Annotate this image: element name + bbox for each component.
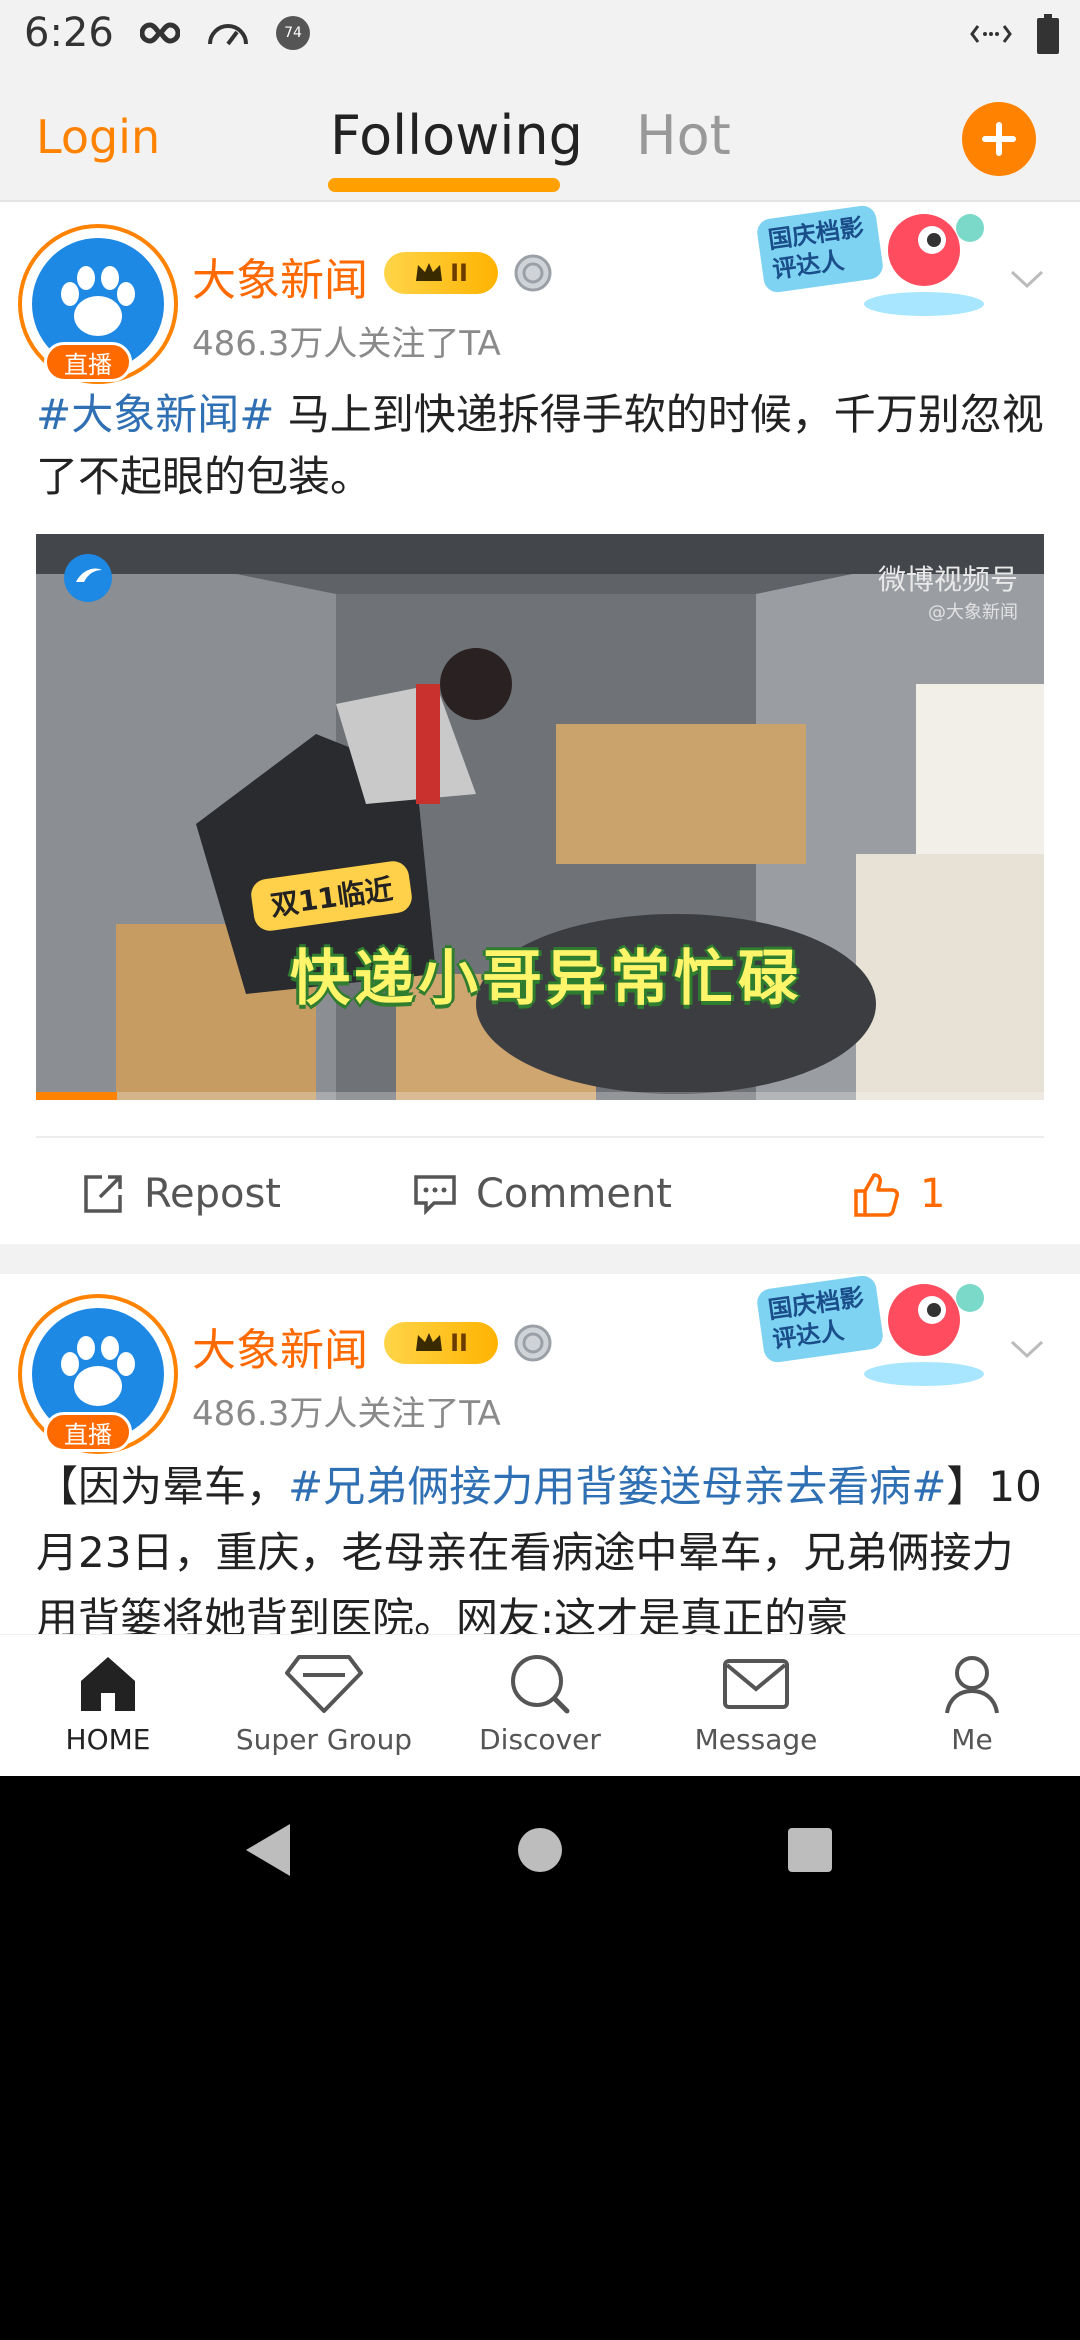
video-player[interactable]: 微博视频号 @大象新闻 双11临近 快递小哥异常忙碌 <box>36 534 1044 1100</box>
tab-super-group-label: Super Group <box>235 1723 413 1756</box>
post-prefix: 【因为晕车， <box>36 1462 289 1511</box>
followers-count: 486.3万人关注了TA <box>192 324 501 364</box>
tab-discover-label: Discover <box>479 1723 601 1756</box>
crown-icon <box>416 1333 443 1351</box>
vip-level: II <box>450 1329 468 1357</box>
envelope-icon <box>723 1659 789 1709</box>
crown-icon <box>416 263 443 281</box>
home-icon <box>81 1657 135 1711</box>
channel-logo-icon <box>62 552 114 604</box>
like-button[interactable]: 1 <box>852 1164 945 1224</box>
comment-icon <box>414 1175 456 1216</box>
person-icon <box>945 1656 999 1714</box>
chevron-down-icon[interactable] <box>1004 1326 1050 1372</box>
system-nav-bar <box>0 1776 1080 1926</box>
video-caption: 快递小哥异常忙碌 <box>290 944 802 1014</box>
home-circle-icon[interactable] <box>516 1820 564 1880</box>
thumbs-up-icon <box>854 1173 899 1217</box>
medal-icon <box>514 1324 552 1362</box>
author-name[interactable]: 大象新闻 <box>192 1314 368 1378</box>
bottom-tab-bar: HOME Super Group Discover Message Me <box>0 1634 1080 1776</box>
vip-level: II <box>450 259 468 287</box>
tab-home-label: HOME <box>65 1723 151 1756</box>
recents-icon[interactable] <box>786 1820 834 1880</box>
tab-me-label: Me <box>951 1723 993 1756</box>
tab-hot[interactable]: Hot <box>636 104 731 167</box>
notification-badge-icon: 74 <box>276 16 310 50</box>
comment-label: Comment <box>476 1171 672 1217</box>
post-text[interactable]: #大象新闻# 马上到快递拆得手软的时候，千万别忽视了不起眼的包装。 <box>36 384 1046 508</box>
diamond-icon <box>285 1655 363 1713</box>
video-progress-fill <box>36 1092 117 1100</box>
top-nav: Login Following Hot <box>0 72 1080 202</box>
app-screen: 6:26 74 Login Following Hot 直播 大象新闻 II 4… <box>0 0 1080 1776</box>
hashtag-link[interactable]: #兄弟俩接力用背篓送母亲去看病# <box>288 1462 946 1511</box>
notification-badge-text: 74 <box>284 25 302 41</box>
back-icon[interactable] <box>240 1820 296 1880</box>
vip-badge: II <box>384 1322 498 1364</box>
battery-icon <box>1037 14 1059 54</box>
promo-sticker[interactable]: 国庆档影评达人 <box>756 204 996 324</box>
compose-button[interactable] <box>962 102 1036 176</box>
status-time: 6:26 <box>24 10 114 56</box>
video-progress-track[interactable] <box>36 1092 1044 1100</box>
tab-home[interactable]: HOME <box>8 1651 208 1756</box>
divider <box>36 1136 1044 1138</box>
tab-super-group[interactable]: Super Group <box>224 1651 424 1756</box>
live-tag: 直播 <box>44 1412 132 1452</box>
comment-button[interactable]: Comment <box>412 1164 672 1224</box>
repost-label: Repost <box>144 1171 281 1217</box>
author-name[interactable]: 大象新闻 <box>192 244 368 308</box>
infinity-icon <box>140 22 180 44</box>
plus-icon <box>982 122 1016 156</box>
login-link[interactable]: Login <box>36 110 160 164</box>
video-watermark-sub: @大象新闻 <box>928 602 1018 623</box>
post-separator <box>0 1244 1080 1274</box>
hashtag-link[interactable]: #大象新闻# <box>36 390 274 439</box>
repost-button[interactable]: Repost <box>80 1164 281 1224</box>
search-icon <box>511 1655 570 1714</box>
tab-discover[interactable]: Discover <box>440 1651 640 1756</box>
medal-icon <box>514 254 552 292</box>
post-actions: Repost Comment 1 <box>0 1150 1080 1240</box>
tab-me[interactable]: Me <box>872 1651 1072 1756</box>
feed-post[interactable]: 直播 大象新闻 II 486.3万人关注了TA 国庆档影评达人 #大象新闻# 马… <box>0 204 1080 1244</box>
status-bar: 6:26 74 <box>0 0 1080 72</box>
status-icons-left: 74 <box>140 16 310 50</box>
video-watermark-main: 微博视频号 <box>877 563 1018 596</box>
chevron-down-icon[interactable] <box>1004 256 1050 302</box>
active-tab-indicator <box>328 178 560 192</box>
repost-icon <box>84 1175 122 1213</box>
tab-following[interactable]: Following <box>330 104 583 167</box>
tab-message-label: Message <box>694 1723 818 1756</box>
post-text[interactable]: 【因为晕车，#兄弟俩接力用背篓送母亲去看病#】10月23日，重庆，老母亲在看病途… <box>36 1454 1046 1634</box>
live-tag: 直播 <box>44 342 132 382</box>
speedometer-icon <box>208 24 248 46</box>
followers-count: 486.3万人关注了TA <box>192 1394 501 1434</box>
vip-badge: II <box>384 252 498 294</box>
feed-post[interactable]: 直播 大象新闻 II 486.3万人关注了TA 国庆档影评达人 【因为晕车，#兄… <box>0 1274 1080 1634</box>
like-count: 1 <box>920 1171 946 1217</box>
video-watermark: 微博视频号 @大象新闻 <box>878 558 1018 624</box>
promo-sticker[interactable]: 国庆档影评达人 <box>756 1274 996 1394</box>
status-icons-right <box>970 14 1060 54</box>
tab-message[interactable]: Message <box>656 1651 856 1756</box>
data-arrows-icon <box>970 25 1012 43</box>
